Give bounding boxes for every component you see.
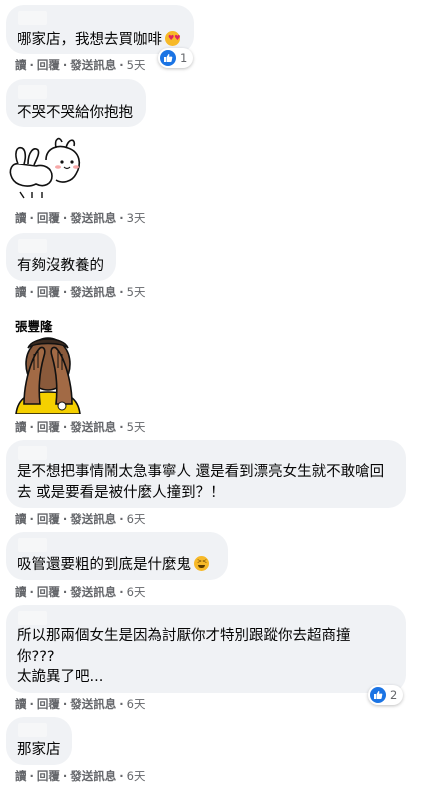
reply-link[interactable]: 回覆	[37, 58, 60, 72]
timestamp[interactable]: 5天	[127, 58, 146, 72]
commenter-name[interactable]	[18, 85, 47, 99]
comment-actions: 讀 · 回覆 · 發送訊息 · 5天	[15, 58, 146, 72]
read-link[interactable]: 讀	[15, 585, 27, 599]
send-message-link[interactable]: 發送訊息	[70, 769, 116, 783]
rabbit-hug-sticker	[6, 134, 84, 202]
timestamp[interactable]: 6天	[127, 585, 146, 599]
face-palm-sticker	[10, 334, 86, 415]
reaction-count: 2	[390, 688, 398, 702]
like-icon	[160, 50, 176, 66]
read-link[interactable]: 讀	[15, 420, 27, 434]
comment-text: 有夠沒教養的	[17, 258, 104, 274]
comment-text: 不哭不哭給你抱抱	[17, 105, 133, 121]
reply-link[interactable]: 回覆	[37, 285, 60, 299]
heart-eyes-emoji-icon: ♥♥	[165, 31, 181, 46]
read-link[interactable]: 讀	[15, 697, 27, 711]
read-link[interactable]: 讀	[15, 58, 27, 72]
comment-actions: 讀 · 回覆 · 發送訊息 · 5天	[15, 285, 146, 299]
read-link[interactable]: 讀	[15, 285, 27, 299]
comment-text: 哪家店，我想去買咖啡	[17, 32, 162, 48]
comment-bubble: 是不想把事情鬧太急事寧人 還是看到漂亮女生就不敢嗆回 去 或是要看是被什麼人撞到…	[6, 440, 406, 508]
reply-link[interactable]: 回覆	[37, 585, 60, 599]
reaction-count: 1	[180, 51, 188, 65]
comment-actions: 讀 · 回覆 · 發送訊息 · 6天	[15, 697, 146, 711]
read-link[interactable]: 讀	[15, 512, 27, 526]
send-message-link[interactable]: 發送訊息	[70, 512, 116, 526]
like-icon	[370, 687, 386, 703]
timestamp[interactable]: 5天	[127, 420, 146, 434]
comment-text-line: 去 或是要看是被什麼人撞到？！	[17, 485, 225, 501]
comment-actions: 讀 · 回覆 · 發送訊息 · 6天	[15, 585, 146, 599]
read-link[interactable]: 讀	[15, 769, 27, 783]
commenter-name[interactable]	[18, 446, 47, 460]
reply-link[interactable]: 回覆	[37, 512, 60, 526]
comment-text: 吸管還要粗的到底是什麼鬼	[17, 557, 191, 573]
timestamp[interactable]: 3天	[127, 211, 146, 225]
timestamp[interactable]: 5天	[127, 285, 146, 299]
timestamp[interactable]: 6天	[127, 512, 146, 526]
commenter-name[interactable]	[18, 611, 47, 625]
reply-link[interactable]: 回覆	[37, 420, 60, 434]
send-message-link[interactable]: 發送訊息	[70, 58, 116, 72]
commenter-name[interactable]	[18, 538, 47, 552]
comment-text-line: 是不想把事情鬧太急事寧人 還是看到漂亮女生就不敢嗆回	[17, 464, 385, 480]
comment-bubble: 那家店	[6, 717, 72, 765]
commenter-name[interactable]	[18, 11, 47, 25]
comment-actions: 讀 · 回覆 · 發送訊息 · 5天	[15, 420, 146, 434]
comment-bubble: 哪家店，我想去買咖啡 ♥♥	[6, 5, 194, 54]
send-message-link[interactable]: 發送訊息	[70, 697, 116, 711]
reaction-summary[interactable]: 2	[368, 685, 404, 705]
commenter-name[interactable]	[18, 723, 47, 737]
reaction-summary[interactable]: 1	[158, 48, 194, 68]
comment-text-line: 所以那兩個女生是因為討厭你才特別跟蹤你去超商撞	[17, 628, 351, 644]
laughing-emoji-icon: ><	[194, 556, 209, 571]
reply-link[interactable]: 回覆	[37, 211, 60, 225]
comment-text: 那家店	[17, 742, 61, 758]
reply-link[interactable]: 回覆	[37, 697, 60, 711]
send-message-link[interactable]: 發送訊息	[70, 585, 116, 599]
comment-text-line: 太詭異了吧...	[17, 669, 104, 685]
commenter-name[interactable]	[18, 239, 47, 253]
comment-bubble: 吸管還要粗的到底是什麼鬼 ><	[6, 532, 228, 580]
comment-bubble: 有夠沒教養的	[6, 233, 116, 281]
send-message-link[interactable]: 發送訊息	[70, 211, 116, 225]
comment-actions: 讀 · 回覆 · 發送訊息 · 3天	[15, 211, 146, 225]
comment-text-line: 你???	[17, 649, 55, 665]
timestamp[interactable]: 6天	[127, 697, 146, 711]
comment-bubble: 不哭不哭給你抱抱	[6, 79, 146, 127]
send-message-link[interactable]: 發送訊息	[70, 420, 116, 434]
timestamp[interactable]: 6天	[127, 769, 146, 783]
send-message-link[interactable]: 發送訊息	[70, 285, 116, 299]
comment-actions: 讀 · 回覆 · 發送訊息 · 6天	[15, 512, 146, 526]
read-link[interactable]: 讀	[15, 211, 27, 225]
comment-bubble: 所以那兩個女生是因為討厭你才特別跟蹤你去超商撞 你??? 太詭異了吧...	[6, 605, 406, 693]
commenter-name[interactable]: 張豐隆	[15, 316, 53, 335]
comment-actions: 讀 · 回覆 · 發送訊息 · 6天	[15, 769, 146, 783]
reply-link[interactable]: 回覆	[37, 769, 60, 783]
